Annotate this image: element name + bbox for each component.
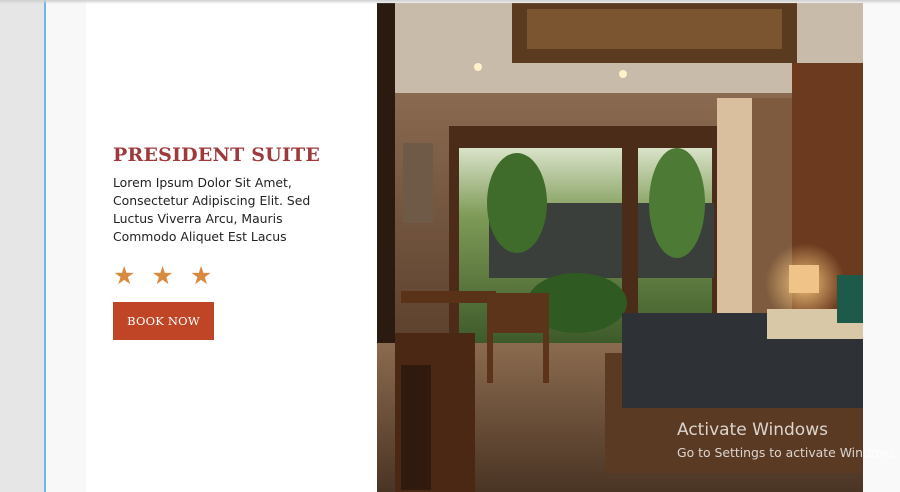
star-icon: ★ bbox=[189, 261, 213, 290]
window-top-shadow bbox=[0, 0, 900, 4]
room-card-content: PRESIDENT SUITE Lorem Ipsum Dolor Sit Am… bbox=[113, 144, 323, 340]
room-title: PRESIDENT SUITE bbox=[113, 144, 321, 166]
room-card: PRESIDENT SUITE Lorem Ipsum Dolor Sit Am… bbox=[86, 0, 377, 492]
book-now-button[interactable]: BOOK NOW bbox=[113, 302, 214, 340]
room-description: Lorem Ipsum Dolor Sit Amet, Consectetur … bbox=[113, 175, 311, 244]
star-icon: ★ bbox=[113, 261, 136, 290]
watermark-subtitle: Go to Settings to activate Windows. bbox=[677, 445, 899, 460]
activate-windows-watermark: Activate Windows Go to Settings to activ… bbox=[677, 419, 900, 463]
watermark-title: Activate Windows bbox=[677, 420, 828, 440]
rating-stars: ★ ★ ★ bbox=[113, 262, 323, 290]
left-gutter bbox=[0, 0, 44, 492]
star-icon: ★ bbox=[151, 261, 174, 290]
